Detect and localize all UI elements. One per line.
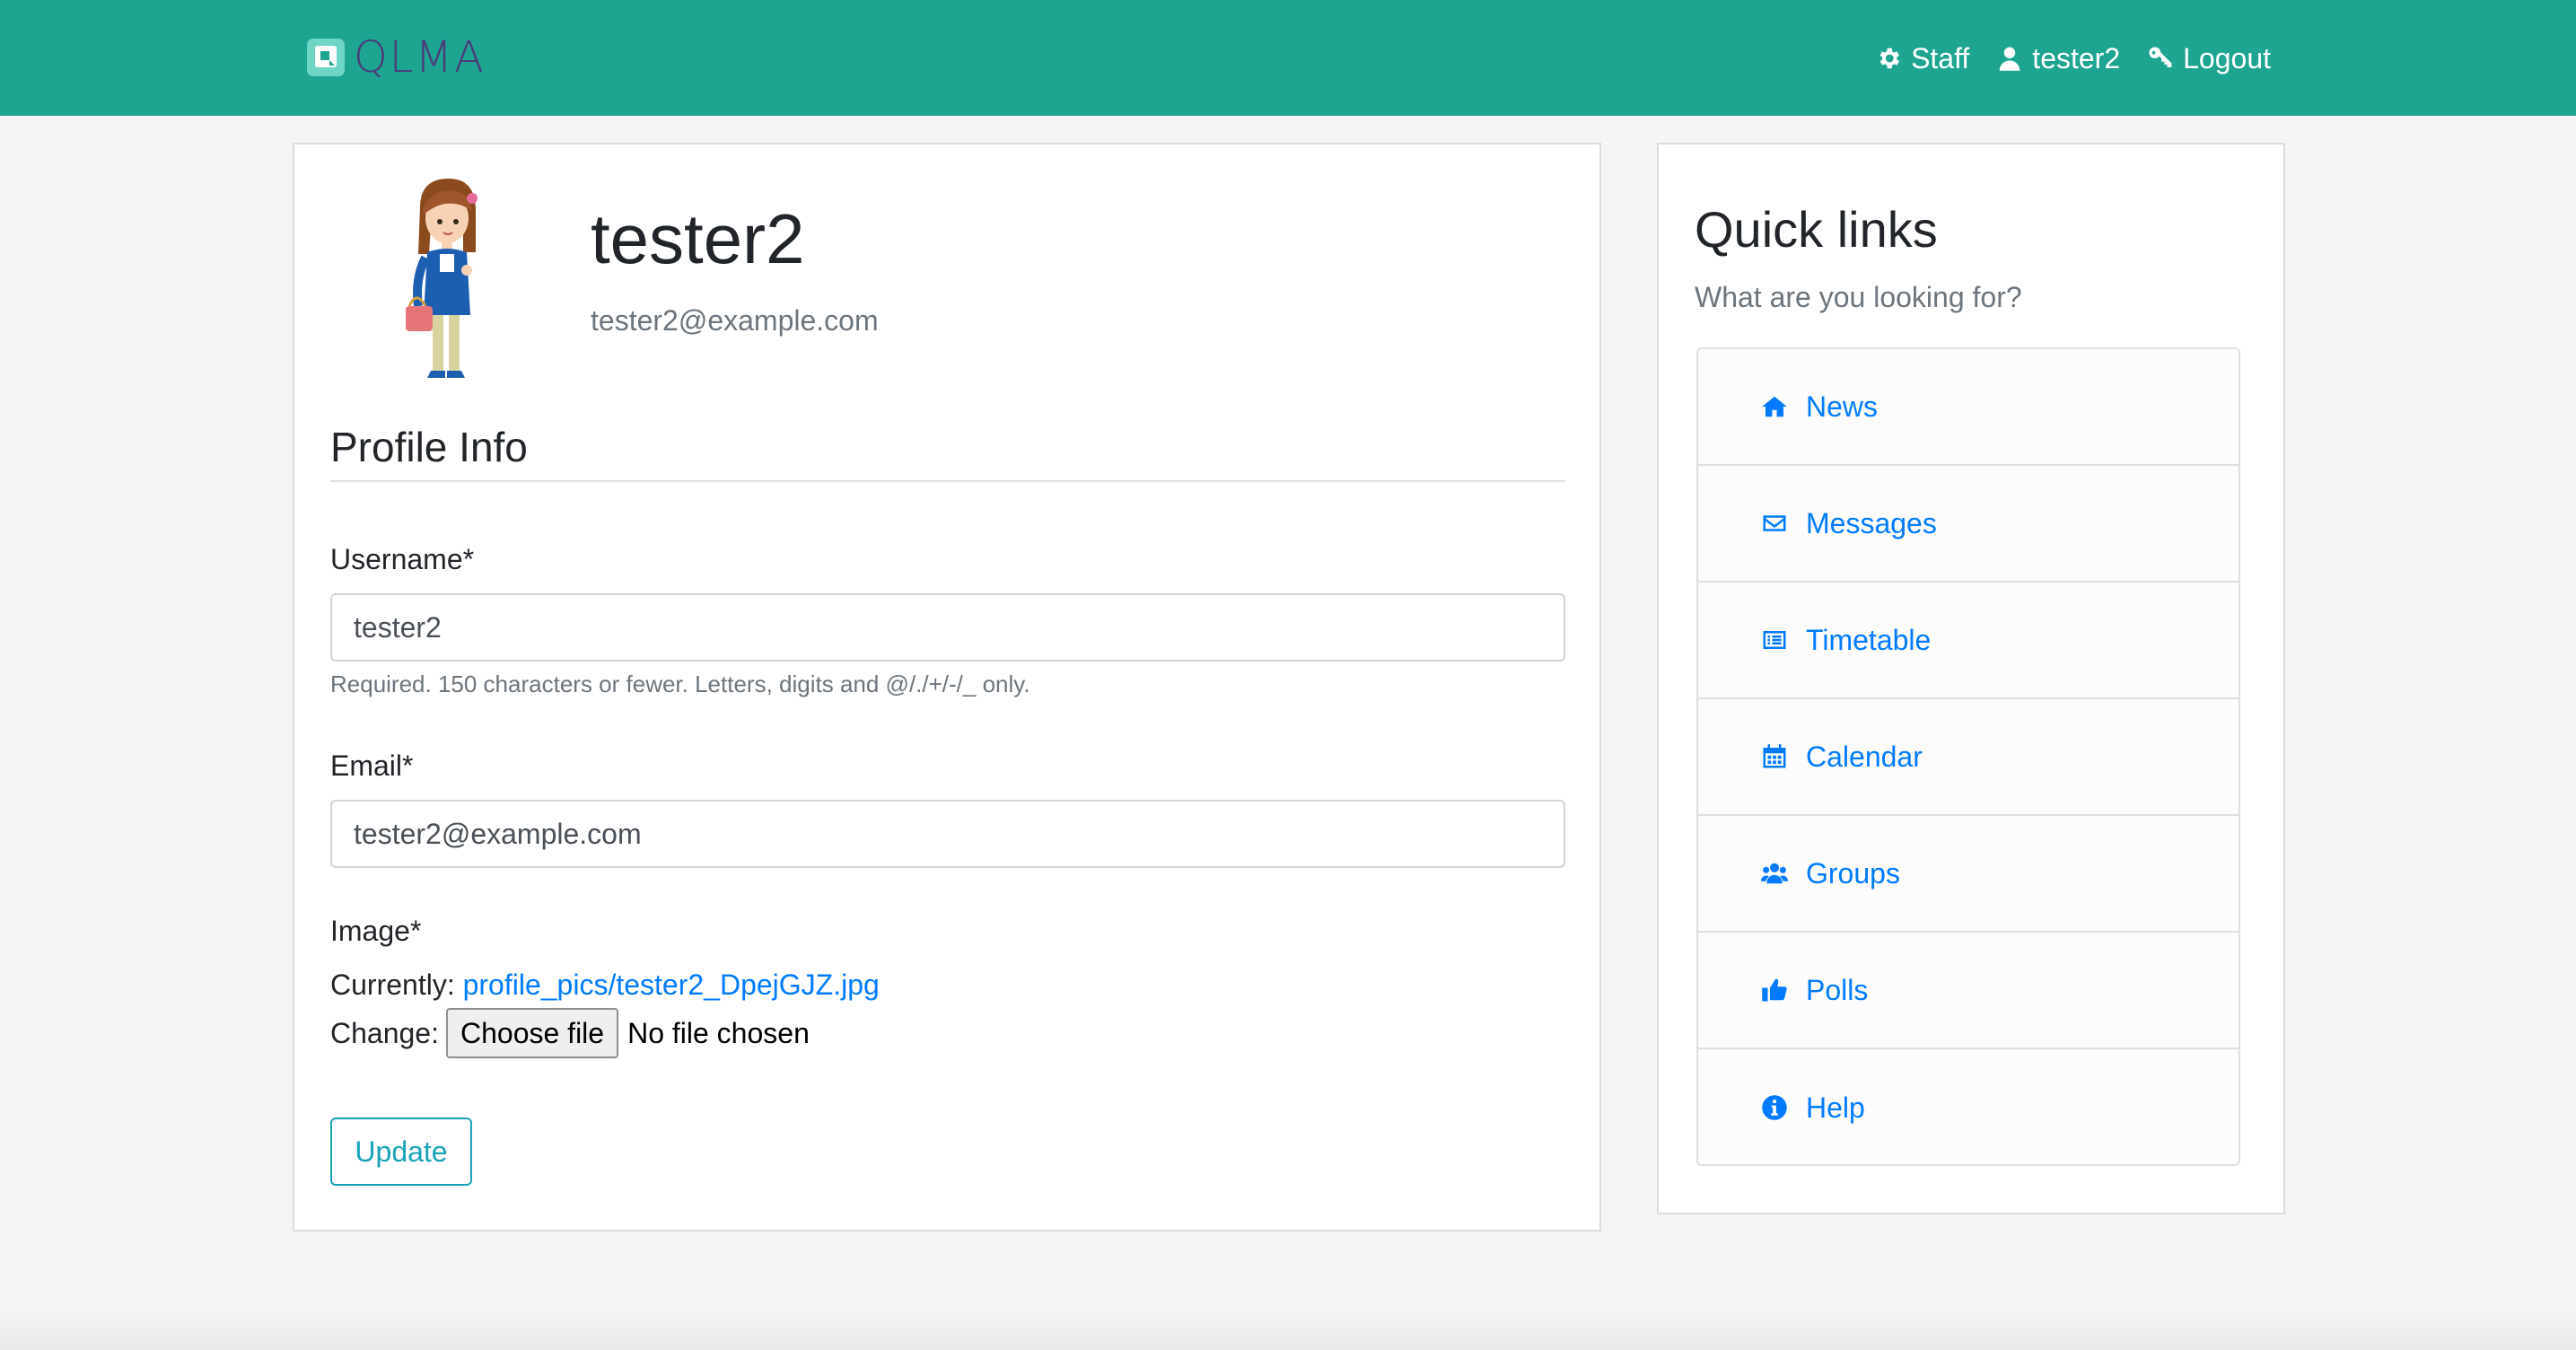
current-image-row: Currently: profile_pics/tester2_DpejGJZ.…: [330, 969, 880, 1002]
brand-logo[interactable]: QLMA: [305, 32, 486, 83]
nav-user-label: tester2: [2032, 41, 2121, 75]
info-circle-icon: [1762, 1095, 1787, 1120]
currently-label: Currently:: [330, 969, 455, 1001]
users-icon: [1761, 863, 1788, 884]
bottom-shadow: [0, 1311, 2576, 1350]
change-label: Change:: [330, 1016, 439, 1049]
nav-logout[interactable]: Logout: [2147, 42, 2271, 75]
quick-link-timetable[interactable]: Timetable: [1698, 583, 2239, 699]
profile-email: tester2@example.com: [591, 304, 879, 337]
quick-links-list: News Messages Timetable Calendar Groups …: [1696, 347, 2240, 1166]
quick-link-label: Polls: [1806, 973, 1869, 1006]
thumbs-up-icon: [1762, 978, 1787, 1002]
change-image-row: Change: Choose file No file chosen: [330, 1008, 810, 1058]
quick-link-polls[interactable]: Polls: [1698, 933, 2239, 1049]
email-label: Email*: [330, 750, 414, 782]
quick-link-label: Timetable: [1806, 623, 1932, 656]
brand-name: QLMA: [354, 32, 486, 83]
quick-links-title: Quick links: [1695, 201, 1938, 258]
email-input[interactable]: [330, 800, 1565, 868]
nav-links: Staff tester2 Logout: [1848, 36, 2271, 81]
no-file-chosen-text: No file chosen: [627, 1016, 810, 1049]
key-icon: [2149, 47, 2172, 67]
username-label: Username*: [330, 543, 475, 575]
section-divider: [330, 480, 1565, 482]
choose-file-button[interactable]: Choose file: [445, 1008, 619, 1058]
profile-card: tester2 tester2@example.com Profile Info…: [293, 143, 1601, 1232]
quick-link-label: Calendar: [1806, 740, 1923, 773]
nav-staff[interactable]: Staff: [1875, 42, 1969, 75]
qlma-logo-icon: [307, 39, 345, 76]
nav-staff-label: Staff: [1911, 41, 1970, 75]
calendar-icon: [1763, 744, 1786, 768]
envelope-icon: [1763, 515, 1786, 531]
user-icon: [2000, 47, 2020, 71]
list-alt-icon: [1763, 631, 1786, 649]
username-help-text: Required. 150 characters or fewer. Lette…: [330, 671, 1030, 697]
quick-links-subtitle: What are you looking for?: [1695, 281, 2022, 313]
section-title: Profile Info: [330, 424, 528, 470]
home-icon: [1762, 396, 1787, 417]
quick-link-label: News: [1806, 390, 1879, 423]
quick-link-label: Groups: [1806, 856, 1900, 890]
quick-link-calendar[interactable]: Calendar: [1698, 699, 2239, 816]
quick-link-news[interactable]: News: [1698, 349, 2239, 466]
quick-link-groups[interactable]: Groups: [1698, 816, 2239, 933]
quick-link-label: Messages: [1806, 506, 1937, 539]
quick-link-messages[interactable]: Messages: [1698, 466, 2239, 583]
quick-links-card: Quick links What are you looking for? Ne…: [1657, 143, 2285, 1214]
avatar: [406, 179, 478, 378]
top-navbar: QLMA Staff tester2 Logout: [0, 0, 2576, 116]
quick-link-help[interactable]: Help: [1698, 1049, 2239, 1164]
update-button[interactable]: Update: [330, 1118, 472, 1186]
username-input[interactable]: [330, 593, 1565, 662]
nav-user[interactable]: tester2: [1996, 42, 2120, 75]
gear-icon: [1879, 48, 1900, 69]
image-label: Image*: [330, 915, 422, 947]
nav-logout-label: Logout: [2183, 41, 2271, 75]
quick-link-label: Help: [1806, 1091, 1865, 1124]
profile-name: tester2: [591, 199, 805, 278]
current-image-link[interactable]: profile_pics/tester2_DpejGJZ.jpg: [463, 969, 880, 1001]
